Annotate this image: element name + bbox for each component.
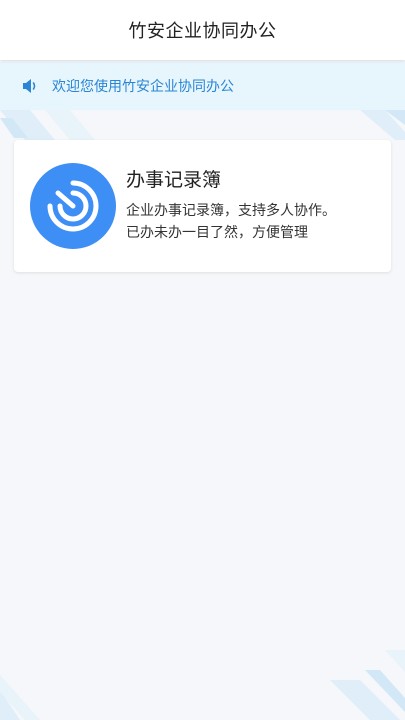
app-card-title: 办事记录簿 bbox=[126, 168, 222, 191]
notice-bar[interactable]: 欢迎您使用竹安企业协同办公 bbox=[0, 62, 405, 110]
record-book-logo-icon bbox=[30, 163, 116, 249]
app-card-desc-line2: 已办未办一目了然，方便管理 bbox=[126, 224, 308, 241]
top-header: 竹安企业协同办公 bbox=[0, 0, 405, 60]
speaker-icon bbox=[20, 76, 40, 96]
background-stripes-bottom bbox=[0, 650, 405, 720]
page-title: 竹安企业协同办公 bbox=[128, 21, 277, 42]
app-card-desc-line1: 企业办事记录簿，支持多人协作。 bbox=[126, 202, 336, 219]
app-card-record-book[interactable]: 办事记录簿 企业办事记录簿，支持多人协作。 已办未办一目了然，方便管理 bbox=[14, 140, 391, 272]
app-screen: 竹安企业协同办公 欢迎您使用竹安企业协同办公 办事记录簿 企业办事记录簿，支持多… bbox=[0, 0, 405, 720]
app-card-body: 办事记录簿 企业办事记录簿，支持多人协作。 已办未办一目了然，方便管理 bbox=[126, 165, 336, 244]
notice-text: 欢迎您使用竹安企业协同办公 bbox=[52, 79, 234, 95]
